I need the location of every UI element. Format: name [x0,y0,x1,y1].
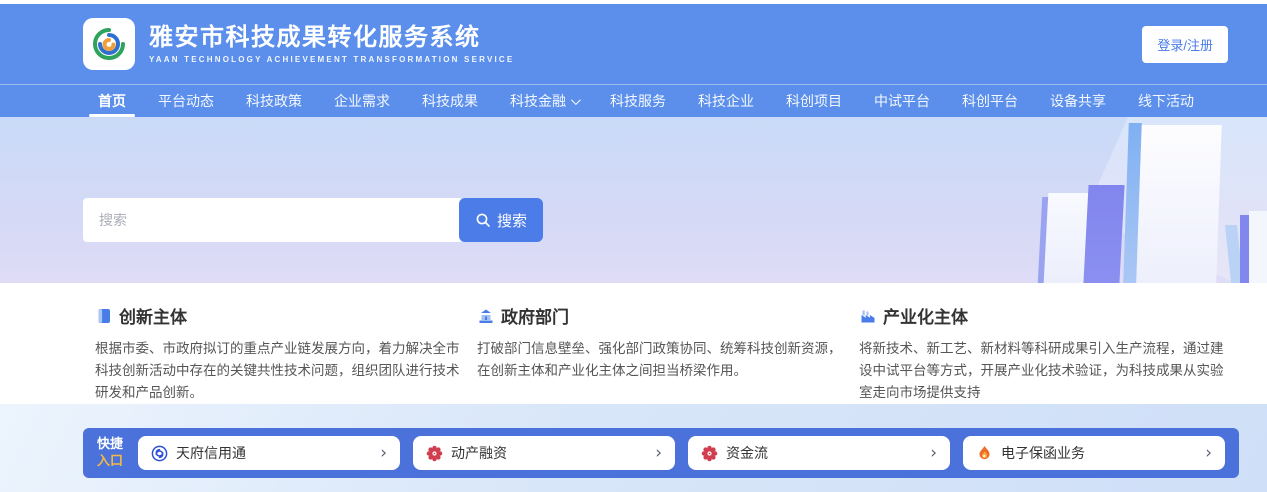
pillar-title: 创新主体 [119,303,187,328]
top-band: 雅安市科技成果转化服务系统 YAAN TECHNOLOGY ACHIEVEMEN… [0,4,1267,117]
nav-item-tech-achievements[interactable]: 科技成果 [419,85,481,117]
flame-icon [976,445,993,462]
nav-item-tech-services[interactable]: 科技服务 [607,85,669,117]
chevron-right-icon: › [380,445,387,462]
nav-item-home[interactable]: 首页 [95,85,129,117]
factory-icon [859,307,877,325]
rosette-icon [426,445,443,462]
nav-item-tech-enterprises[interactable]: 科技企业 [695,85,757,117]
pillar-description: 根据市委、市政府拟订的重点产业链发展方向，着力解决全市科技创新活动中存在的关键共… [95,338,464,404]
hero-illustration [1044,193,1091,283]
hero-banner: 搜索 [0,117,1267,283]
search-bar: 搜索 [83,198,543,242]
main-nav: 首页 平台动态 科技政策 企业需求 科技成果 科技金融 科技服务 科技企业 科创… [0,84,1267,117]
quick-entry-bar: 快捷 入口 天府信用通 › [83,428,1239,478]
header: 雅安市科技成果转化服务系统 YAAN TECHNOLOGY ACHIEVEMEN… [0,4,1267,84]
hero-illustration [1136,125,1222,283]
site-logo[interactable] [83,18,135,70]
logo-swirl-icon [91,26,127,62]
hero-illustration [1225,225,1243,283]
nav-item-innovation-platform[interactable]: 科创平台 [959,85,1021,117]
pillar-industrialization: 产业化主体 将新技术、新工艺、新材料等科研成果引入生产流程，通过建设中试平台等方… [859,303,1228,404]
hero-illustration [1249,211,1267,283]
pillar-description: 打破部门信息壁垒、强化部门政策协同、统筹科技创新资源，在创新主体和产业化主体之间… [477,338,846,382]
pillar-innovation-subject: 创新主体 根据市委、市政府拟订的重点产业链发展方向，着力解决全市科技创新活动中存… [95,303,464,404]
chevron-right-icon: › [1205,445,1212,462]
government-icon [477,307,495,325]
pillar-government: 政府部门 打破部门信息壁垒、强化部门政策协同、统筹科技创新资源，在创新主体和产业… [477,303,846,404]
pillars-section: 创新主体 根据市委、市政府拟订的重点产业链发展方向，着力解决全市科技创新活动中存… [0,283,1267,404]
nav-item-tech-policy[interactable]: 科技政策 [243,85,305,117]
hero-illustration [1123,123,1142,283]
chevron-right-icon: › [655,445,662,462]
nav-item-pilot-platform[interactable]: 中试平台 [871,85,933,117]
site-title: 雅安市科技成果转化服务系统 [149,24,514,52]
credit-swirl-icon [151,445,168,462]
pillar-description: 将新技术、新工艺、新材料等科研成果引入生产流程，通过建设中试平台等方式，开展产业… [859,338,1228,404]
hero-illustration [1240,215,1249,283]
title-block: 雅安市科技成果转化服务系统 YAAN TECHNOLOGY ACHIEVEMEN… [149,24,514,65]
quick-card-movable-asset-financing[interactable]: 动产融资 › [413,436,675,470]
rosette-icon [701,445,718,462]
search-button[interactable]: 搜索 [459,198,543,242]
book-icon [95,307,113,325]
hero-illustration [1083,185,1124,283]
pillar-title: 产业化主体 [883,303,968,328]
search-input[interactable] [83,198,463,242]
quick-card-capital-flow[interactable]: 资金流 › [688,436,950,470]
nav-item-enterprise-needs[interactable]: 企业需求 [331,85,393,117]
nav-item-platform-news[interactable]: 平台动态 [155,85,217,117]
hero-illustration [1084,117,1267,283]
search-icon [475,212,491,228]
nav-item-equipment-sharing[interactable]: 设备共享 [1047,85,1109,117]
page: 雅安市科技成果转化服务系统 YAAN TECHNOLOGY ACHIEVEMEN… [0,0,1267,492]
chevron-right-icon: › [930,445,937,462]
nav-item-offline-events[interactable]: 线下活动 [1135,85,1197,117]
bottom-section: 快捷 入口 天府信用通 › [0,404,1267,492]
quick-entry-label: 快捷 入口 [97,436,123,470]
site-subtitle: YAAN TECHNOLOGY ACHIEVEMENT TRANSFORMATI… [149,55,514,64]
nav-item-innovation-projects[interactable]: 科创项目 [783,85,845,117]
quick-card-tianfu-credit[interactable]: 天府信用通 › [138,436,400,470]
nav-item-tech-finance[interactable]: 科技金融 [507,85,581,117]
login-register-button[interactable]: 登录/注册 [1142,26,1228,63]
pillar-title: 政府部门 [501,303,569,328]
chevron-down-icon [571,95,581,105]
quick-card-electronic-guarantee[interactable]: 电子保函业务 › [963,436,1225,470]
hero-illustration [1038,197,1050,283]
